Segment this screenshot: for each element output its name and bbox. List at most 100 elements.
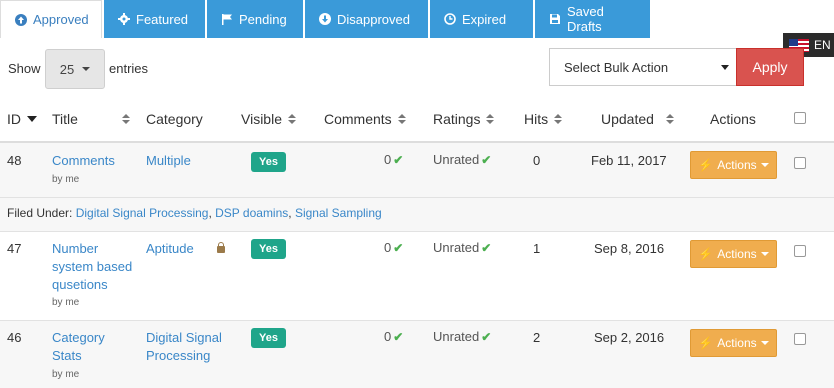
actions-label: Actions xyxy=(717,158,757,172)
entries-value: 25 xyxy=(59,61,75,77)
column-header-actions: Actions xyxy=(710,111,756,127)
tab-expired[interactable]: Expired xyxy=(430,0,533,38)
check-icon: ✔ xyxy=(481,152,492,167)
bolt-icon: ⚡ xyxy=(698,158,714,172)
row-divider xyxy=(0,197,834,198)
comments-value: 0 xyxy=(384,240,392,255)
tab-saved-drafts[interactable]: Saved Drafts xyxy=(535,0,650,38)
row-title-link[interactable]: Category xyxy=(52,329,105,347)
chevron-down-icon xyxy=(82,67,91,71)
lock-icon xyxy=(217,242,225,253)
check-icon: ✔ xyxy=(481,329,492,344)
column-header-hits[interactable]: Hits xyxy=(524,111,563,127)
tab-label: Featured xyxy=(136,11,189,27)
tab-label: Expired xyxy=(462,11,507,27)
row-title-link[interactable]: qusetions xyxy=(52,276,108,294)
row-divider xyxy=(0,231,834,232)
row-title-link[interactable]: Number xyxy=(52,240,98,258)
row-author: by me xyxy=(52,174,80,185)
comments-count: 0 ✔ xyxy=(384,152,403,167)
column-header-updated[interactable]: Updated xyxy=(601,111,674,127)
column-label: Visible xyxy=(241,111,282,127)
tab-disapproved[interactable]: Disapproved xyxy=(305,0,428,38)
ratings-value: Unrated xyxy=(433,240,480,255)
ratings-status: Unrated ✔ xyxy=(433,240,491,255)
column-label: Category xyxy=(146,111,203,127)
show-label: Show xyxy=(8,61,41,76)
column-label: Comments xyxy=(324,111,392,127)
ratings-value: Unrated xyxy=(433,329,480,344)
tab-label: Approved xyxy=(33,12,89,27)
row-title-link[interactable]: system based xyxy=(52,258,132,276)
column-header-ratings[interactable]: Ratings xyxy=(433,111,495,127)
row-id: 48 xyxy=(7,153,22,168)
gear-icon xyxy=(118,13,130,25)
sort-icon xyxy=(554,114,563,124)
flag-icon xyxy=(221,13,233,25)
ratings-status: Unrated ✔ xyxy=(433,329,491,344)
hits-count: 0 xyxy=(533,153,541,168)
column-header-id[interactable]: ID xyxy=(7,111,37,127)
column-label: Actions xyxy=(710,111,756,127)
floppy-disk-icon xyxy=(549,13,561,25)
tab-featured[interactable]: Featured xyxy=(104,0,205,38)
actions-dropdown-button[interactable]: ⚡ Actions xyxy=(690,240,777,268)
tag-link[interactable]: Digital Signal Processing xyxy=(76,206,209,220)
row-checkbox[interactable] xyxy=(794,333,806,345)
apply-button[interactable]: Apply xyxy=(736,48,804,86)
bolt-icon: ⚡ xyxy=(698,336,714,350)
language-code: EN xyxy=(814,38,831,52)
actions-dropdown-button[interactable]: ⚡ Actions xyxy=(690,329,777,357)
row-category-link[interactable]: Digital Signal xyxy=(146,329,222,347)
comments-value: 0 xyxy=(384,329,392,344)
entries-label: entries xyxy=(109,61,149,76)
sort-icon xyxy=(486,114,495,124)
bulk-action-select[interactable]: Select Bulk Action xyxy=(549,48,737,86)
chevron-down-icon xyxy=(760,163,769,167)
select-all-checkbox[interactable] xyxy=(794,112,806,124)
tab-label: Disapproved xyxy=(337,11,410,27)
entries-per-page-select[interactable]: 25 xyxy=(45,49,105,89)
row-category-link[interactable]: Processing xyxy=(146,347,210,365)
row-title-link[interactable]: Stats xyxy=(52,347,82,365)
tag-link[interactable]: Signal Sampling xyxy=(295,206,382,220)
comments-count: 0 ✔ xyxy=(384,240,403,255)
ratings-value: Unrated xyxy=(433,152,480,167)
comments-count: 0 ✔ xyxy=(384,329,403,344)
status-tabs: Approved Featured Pending Disapproved Ex… xyxy=(0,0,652,38)
column-header-title[interactable]: Title xyxy=(52,111,130,127)
actions-label: Actions xyxy=(717,247,757,261)
row-checkbox[interactable] xyxy=(794,245,806,257)
clock-icon xyxy=(444,13,456,25)
row-id: 46 xyxy=(7,330,22,345)
sort-icon xyxy=(397,114,406,124)
column-header-comments[interactable]: Comments xyxy=(324,111,406,127)
updated-date: Sep 8, 2016 xyxy=(594,241,665,256)
tag-link[interactable]: DSP doamins xyxy=(215,206,288,220)
check-icon: ✔ xyxy=(393,240,404,255)
row-category-link[interactable]: Multiple xyxy=(146,152,191,170)
row-author: by me xyxy=(52,369,80,380)
row-checkbox[interactable] xyxy=(794,157,806,169)
column-label: Ratings xyxy=(433,111,481,127)
filed-under-label: Filed Under: xyxy=(7,206,73,220)
check-icon: ✔ xyxy=(393,152,404,167)
tab-pending[interactable]: Pending xyxy=(207,0,303,38)
chevron-down-icon xyxy=(760,252,769,256)
actions-dropdown-button[interactable]: ⚡ Actions xyxy=(690,151,777,179)
check-icon: ✔ xyxy=(393,329,404,344)
actions-label: Actions xyxy=(717,336,757,350)
tab-approved[interactable]: Approved xyxy=(0,0,102,38)
column-header-category: Category xyxy=(146,111,203,127)
visible-badge: Yes xyxy=(251,239,286,259)
sort-desc-icon xyxy=(27,116,37,122)
arrow-up-circle-icon xyxy=(15,13,27,26)
row-category-link[interactable]: Aptitude xyxy=(146,240,194,258)
hits-count: 1 xyxy=(533,241,541,256)
sort-icon xyxy=(288,114,296,124)
row-author: by me xyxy=(52,297,80,308)
column-header-visible[interactable]: Visible xyxy=(241,111,296,127)
row-title-link[interactable]: Comments xyxy=(52,152,115,170)
arrow-down-circle-icon xyxy=(319,13,331,25)
ratings-status: Unrated ✔ xyxy=(433,152,491,167)
